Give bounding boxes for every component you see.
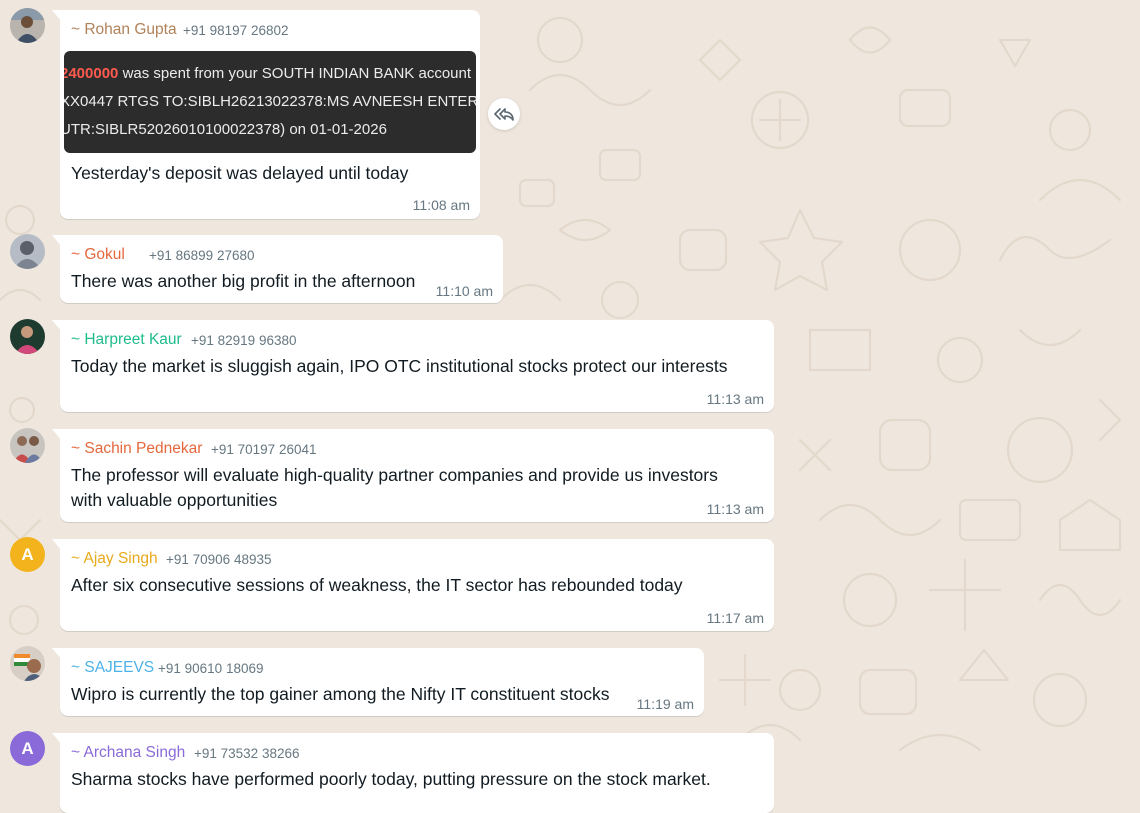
message-bubble[interactable]: ~ Sachin Pednekar +91 70197 26041 The pr… bbox=[52, 429, 774, 522]
message-time: 11:13 am bbox=[706, 391, 764, 407]
message-time: 11:08 am bbox=[412, 197, 470, 213]
message-bubble[interactable]: ~ SAJEEVS +91 90610 18069 Wipro is curre… bbox=[52, 648, 704, 716]
sender-name[interactable]: ~ Ajay Singh bbox=[71, 550, 158, 568]
message-text: There was another big profit in the afte… bbox=[71, 271, 416, 291]
avatar[interactable] bbox=[10, 8, 45, 43]
sender-phone: +91 82919 96380 bbox=[191, 333, 297, 348]
message-image[interactable]: 2400000 was spent from your SOUTH INDIAN… bbox=[64, 51, 476, 153]
message-text: Sharma stocks have performed poorly toda… bbox=[71, 769, 711, 789]
message-text: After six consecutive sessions of weakne… bbox=[71, 575, 683, 595]
message-bubble[interactable]: ~ Ajay Singh +91 70906 48935 After six c… bbox=[52, 539, 774, 631]
message-bubble[interactable]: ~ Archana Singh +91 73532 38266 Sharma s… bbox=[52, 733, 774, 813]
message-time: 11:13 am bbox=[706, 501, 764, 517]
sender-phone: +91 90610 18069 bbox=[158, 661, 264, 676]
sender-phone: +91 70197 26041 bbox=[211, 442, 317, 457]
avatar[interactable] bbox=[10, 428, 45, 463]
sender-name[interactable]: ~ Harpreet Kaur bbox=[71, 331, 182, 349]
forward-button[interactable] bbox=[488, 98, 520, 130]
message-text: Wipro is currently the top gainer among … bbox=[71, 684, 610, 704]
message-time: 11:10 am bbox=[435, 283, 493, 299]
message-bubble[interactable]: ~ Gokul +91 86899 27680 There was anothe… bbox=[52, 235, 503, 303]
message-time: 11:19 am bbox=[636, 696, 694, 712]
sender-phone: +91 73532 38266 bbox=[194, 746, 300, 761]
sender-name[interactable]: ~ SAJEEVS bbox=[71, 659, 154, 677]
avatar[interactable]: A bbox=[10, 731, 45, 766]
message-text-line: with valuable opportunities bbox=[71, 490, 278, 510]
sender-name[interactable]: ~ Rohan Gupta bbox=[71, 21, 177, 39]
sender-phone: +91 98197 26802 bbox=[183, 23, 289, 38]
message-bubble[interactable]: ~ Rohan Gupta +91 98197 26802 2400000 wa… bbox=[52, 10, 480, 219]
sender-name[interactable]: ~ Gokul bbox=[71, 246, 125, 264]
avatar[interactable] bbox=[10, 646, 45, 681]
sender-phone: +91 86899 27680 bbox=[149, 248, 255, 263]
avatar[interactable] bbox=[10, 234, 45, 269]
message-bubble[interactable]: ~ Harpreet Kaur +91 82919 96380 Today th… bbox=[52, 320, 774, 412]
image-text-line3: UTR:SIBLR52026010100022378) on 01-01-202… bbox=[64, 121, 387, 138]
avatar[interactable] bbox=[10, 319, 45, 354]
sender-phone: +91 70906 48935 bbox=[166, 552, 272, 567]
avatar[interactable]: A bbox=[10, 537, 45, 572]
message-text-line: The professor will evaluate high-quality… bbox=[71, 465, 718, 485]
message-text: Yesterday's deposit was delayed until to… bbox=[71, 163, 409, 183]
sender-name[interactable]: ~ Sachin Pednekar bbox=[71, 440, 202, 458]
image-amount: 2400000 bbox=[64, 65, 119, 82]
forward-icon bbox=[494, 108, 514, 121]
image-text-line2: XX0447 RTGS TO:SIBLH26213022378:MS AVNEE… bbox=[64, 93, 476, 110]
message-text: Today the market is sluggish again, IPO … bbox=[71, 356, 728, 376]
image-text-line1: was spent from your SOUTH INDIAN BANK ac… bbox=[118, 65, 472, 82]
message-time: 11:17 am bbox=[706, 610, 764, 626]
sender-name[interactable]: ~ Archana Singh bbox=[71, 744, 185, 762]
